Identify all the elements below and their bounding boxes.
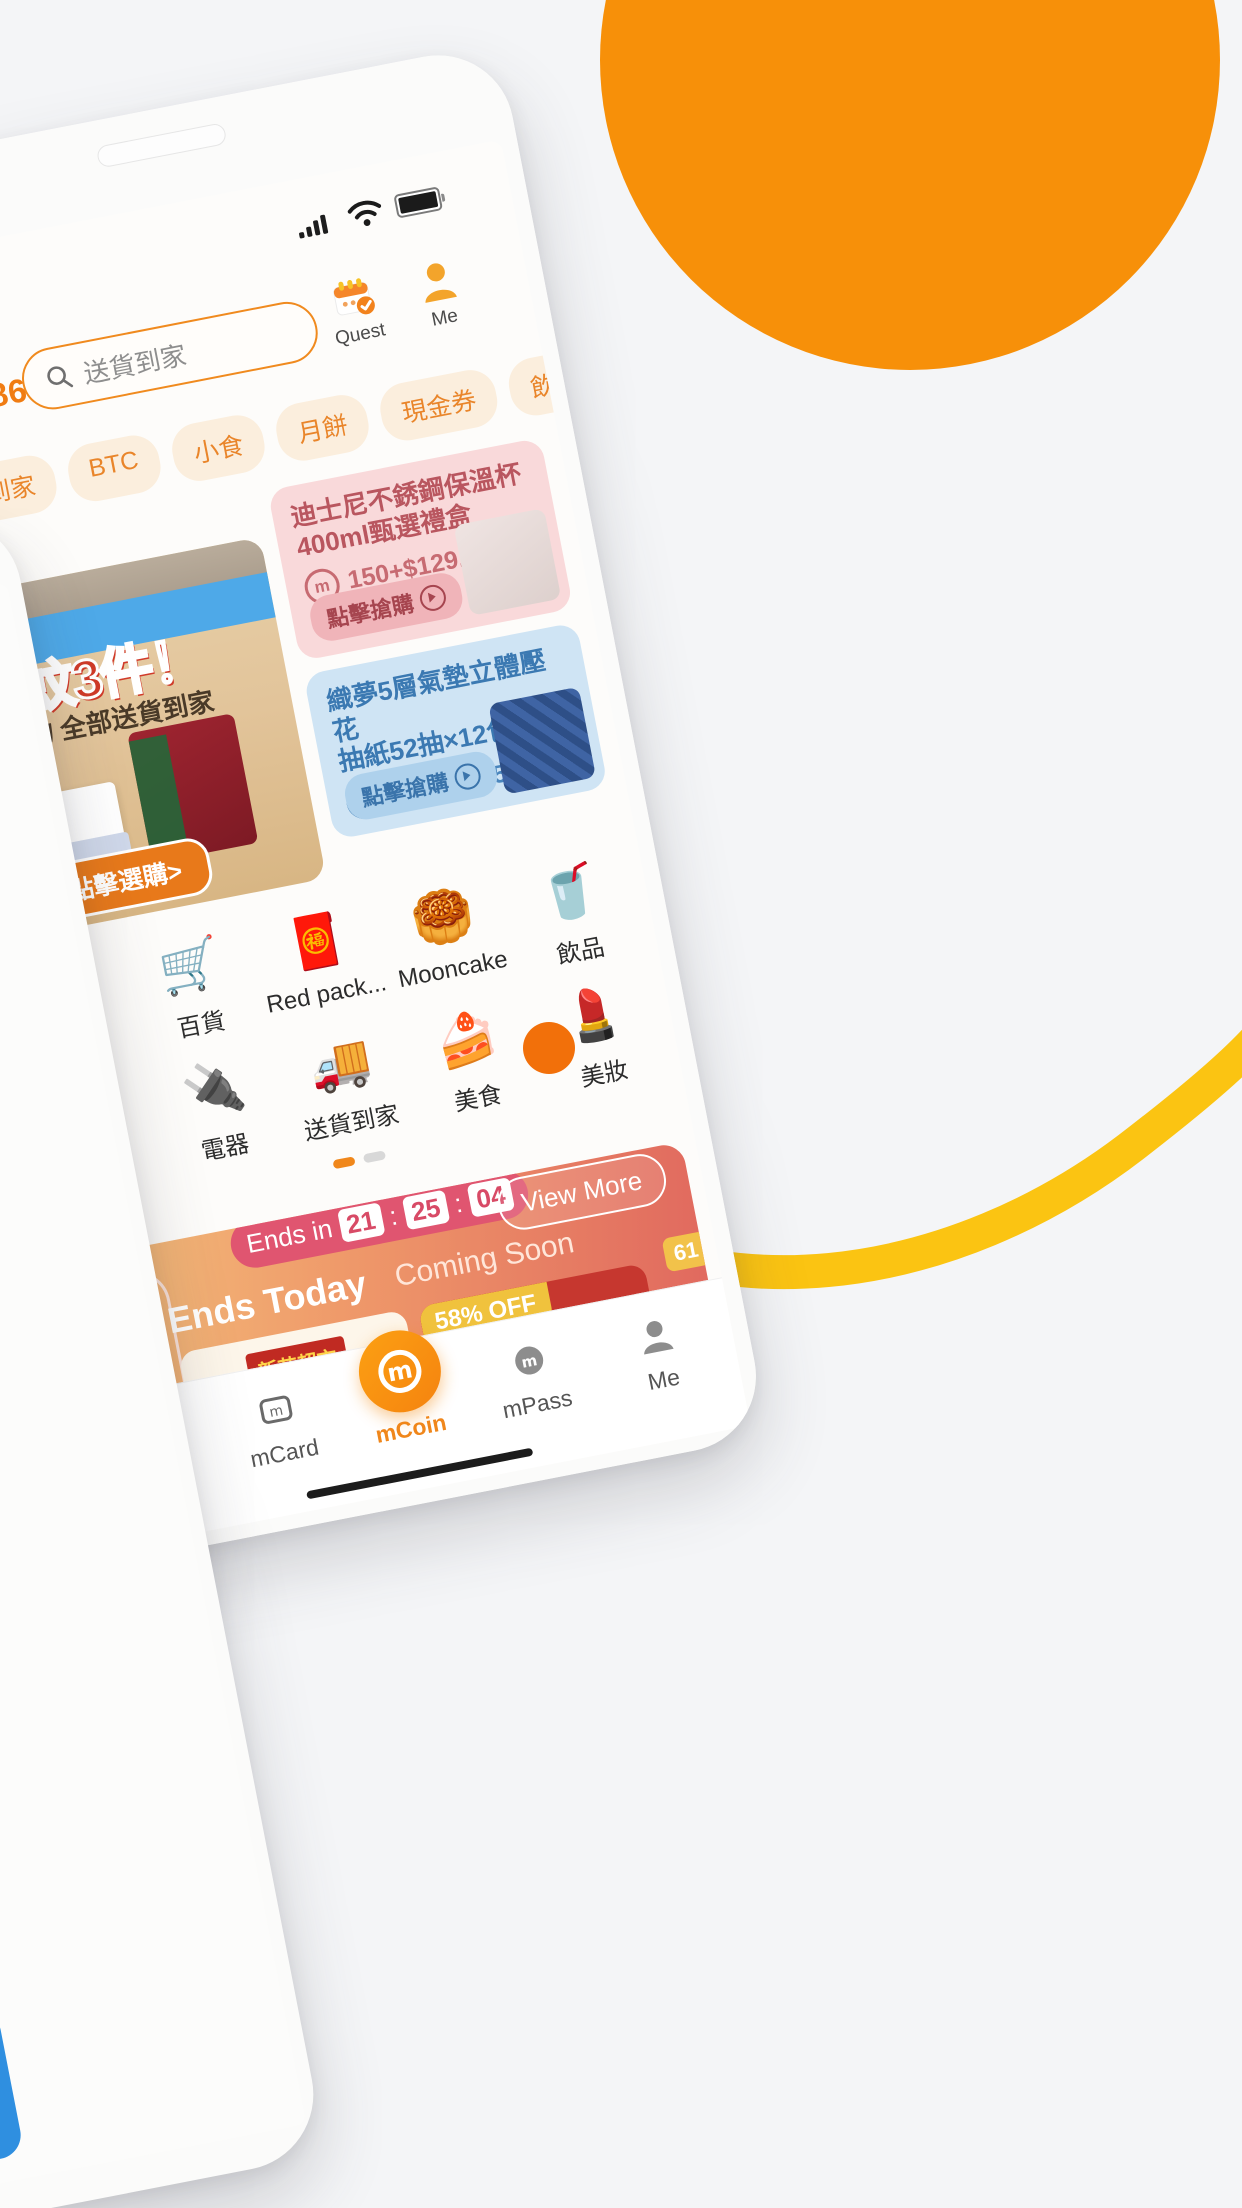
dessert-icon: 🍰 xyxy=(430,1006,503,1074)
timer-sep-1: : xyxy=(386,1200,400,1232)
timer-hours: 21 xyxy=(336,1202,386,1243)
tab-mcoin-label: mCoin xyxy=(373,1408,449,1448)
category-redpacket[interactable]: 🧧 Red pack... xyxy=(245,890,395,1037)
play-circle-icon xyxy=(452,761,483,792)
quest-button[interactable]: Quest xyxy=(318,267,393,351)
tab-mpass[interactable]: m mPass xyxy=(461,1326,606,1446)
me-label: Me xyxy=(429,305,460,331)
notification-bell-icon[interactable] xyxy=(0,672,7,739)
promo-card-0[interactable]: 迪士尼不銹鋼保溫杯 400ml甄選禮盒 m 150+$129.50 點擊搶購 xyxy=(267,437,574,662)
timer-minutes: 25 xyxy=(401,1189,451,1231)
category-mooncake[interactable]: 🥮 Mooncake xyxy=(372,865,522,1012)
category-appliance[interactable]: 🔌 電器 xyxy=(143,1037,293,1184)
svg-text:m: m xyxy=(268,1403,284,1421)
category-drinks[interactable]: 🥤 飲品 xyxy=(498,841,648,988)
header-quick-actions: Quest Me xyxy=(318,251,477,352)
delivery-truck-icon: 🚚 xyxy=(304,1030,377,1098)
coupon-tile[interactable]: Coupon xyxy=(0,1666,7,1997)
svg-text:m: m xyxy=(385,1355,415,1387)
pager-dot-active[interactable] xyxy=(331,1156,356,1170)
decor-orange-dot xyxy=(523,1022,575,1074)
drinks-icon: 🥤 xyxy=(533,858,606,926)
me-button[interactable]: Me xyxy=(402,251,477,335)
play-circle-icon xyxy=(417,582,449,614)
chip-2[interactable]: 小食 xyxy=(167,410,270,486)
promo-card-1-thumbnail xyxy=(488,686,597,795)
chip-3[interactable]: 月餅 xyxy=(271,390,374,466)
tab-mcoin[interactable]: m mCoin xyxy=(335,1323,480,1470)
search-placeholder: 送貨到家 xyxy=(80,339,189,389)
tab-me[interactable]: Me xyxy=(588,1301,733,1421)
timer-sep-2: : xyxy=(451,1187,465,1219)
battery-icon xyxy=(393,186,444,219)
qr-tile[interactable] xyxy=(0,2006,25,2183)
category-department[interactable]: 🛒 百貨 xyxy=(119,914,269,1061)
mooncake-icon: 🥮 xyxy=(406,883,479,951)
promo-card-1[interactable]: 織夢5層氣墊立體壓花 抽紙52抽×12包 m 150+$36.50 點擊搶購 xyxy=(303,622,609,840)
chip-1[interactable]: BTC xyxy=(63,431,166,506)
quest-label: Quest xyxy=(333,319,388,350)
chip-0[interactable]: 送貨到家 xyxy=(0,451,61,536)
promo-card-0-cta-label: 點擊搶購 xyxy=(324,590,416,633)
pager-dot[interactable] xyxy=(362,1150,386,1164)
view-more-button[interactable]: View More xyxy=(493,1149,671,1235)
signal-icon xyxy=(296,214,329,239)
search-icon xyxy=(47,366,74,388)
promo-card-1-cta-label: 點擊搶購 xyxy=(359,769,451,811)
appliance-icon: 🔌 xyxy=(177,1055,250,1123)
me-person-icon xyxy=(402,251,472,308)
timer-label: Ends in xyxy=(243,1213,335,1260)
side-promo-cards: 迪士尼不銹鋼保溫杯 400ml甄選禮盒 m 150+$129.50 點擊搶購 織… xyxy=(267,437,609,840)
promo-card-0-thumbnail xyxy=(453,508,562,616)
red-packet-icon: 🧧 xyxy=(280,908,353,975)
showcase-stage: 09:41 m 1,086 xyxy=(0,0,1242,2208)
wifi-icon xyxy=(347,200,382,226)
flash-sale-side-badge: 61 xyxy=(660,1230,712,1273)
svg-text:m: m xyxy=(520,1351,539,1372)
category-delivery[interactable]: 🚚 送貨到家 xyxy=(269,1013,419,1160)
tab-mcard[interactable]: m mCard xyxy=(209,1375,354,1495)
decor-orange-blob xyxy=(600,0,1220,370)
grocery-cart-icon: 🛒 xyxy=(153,932,226,1000)
quest-calendar-icon xyxy=(318,267,388,324)
category-food[interactable]: 🍰 美食 xyxy=(396,988,546,1135)
wallet-status-bar xyxy=(0,594,20,728)
